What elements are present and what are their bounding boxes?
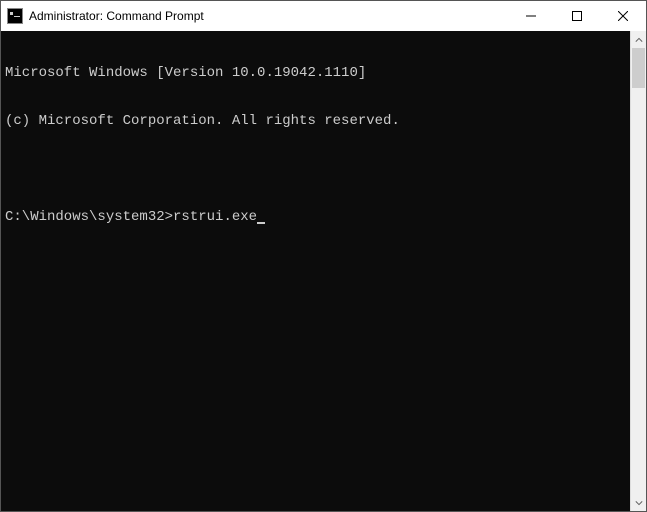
copyright-line: (c) Microsoft Corporation. All rights re…: [5, 113, 626, 129]
prompt-text: C:\Windows\system32>: [5, 209, 173, 225]
minimize-icon: [526, 11, 536, 21]
maximize-icon: [572, 11, 582, 21]
text-cursor: [257, 222, 265, 224]
scrollbar-track[interactable]: [631, 48, 646, 494]
command-input[interactable]: rstrui.exe: [173, 209, 257, 225]
chevron-up-icon: [635, 36, 643, 44]
scrollbar-thumb[interactable]: [632, 48, 645, 88]
chevron-down-icon: [635, 499, 643, 507]
blank-line: [5, 161, 626, 177]
version-line: Microsoft Windows [Version 10.0.19042.11…: [5, 65, 626, 81]
terminal-output[interactable]: Microsoft Windows [Version 10.0.19042.11…: [1, 31, 630, 511]
vertical-scrollbar[interactable]: [630, 31, 646, 511]
prompt-line: C:\Windows\system32>rstrui.exe: [5, 209, 626, 225]
scroll-up-button[interactable]: [631, 31, 646, 48]
window-controls: [508, 1, 646, 31]
close-icon: [618, 11, 628, 21]
command-prompt-window: Administrator: Command Prompt Microsoft …: [0, 0, 647, 512]
close-button[interactable]: [600, 1, 646, 31]
cmd-icon: [7, 8, 23, 24]
client-area: Microsoft Windows [Version 10.0.19042.11…: [1, 31, 646, 511]
scroll-down-button[interactable]: [631, 494, 646, 511]
titlebar[interactable]: Administrator: Command Prompt: [1, 1, 646, 31]
maximize-button[interactable]: [554, 1, 600, 31]
window-title: Administrator: Command Prompt: [29, 9, 508, 23]
minimize-button[interactable]: [508, 1, 554, 31]
